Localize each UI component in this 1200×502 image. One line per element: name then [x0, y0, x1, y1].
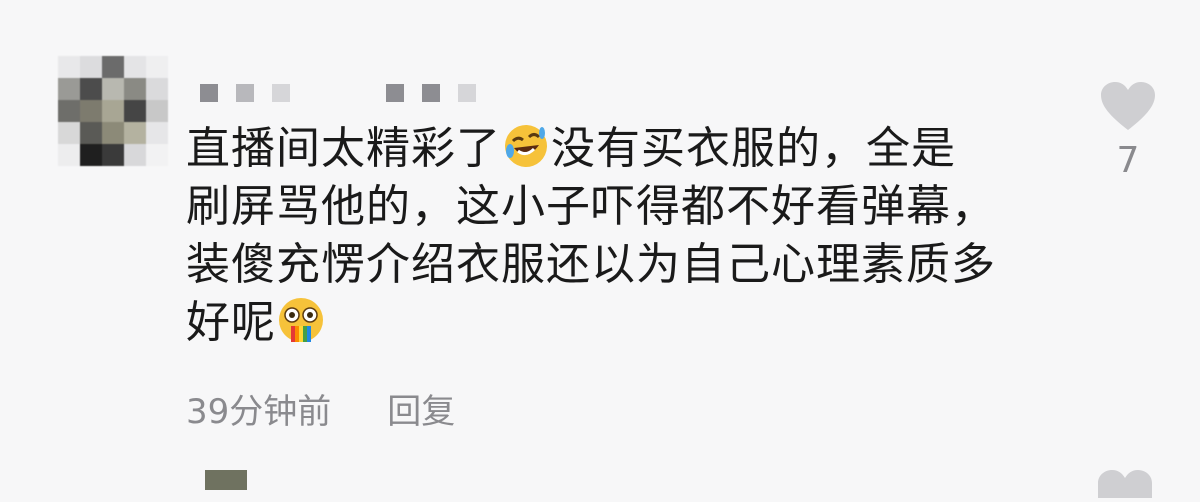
- timestamp: 39分钟前: [186, 392, 332, 432]
- like-count: 7: [1116, 140, 1140, 181]
- comment-text: 直播间太精彩了 没有买衣服的，全是 刷屏骂他的，这小子吓得都不好看弹幕， 装傻充…: [186, 120, 1036, 352]
- avatar[interactable]: [58, 56, 168, 168]
- username-block: [422, 84, 440, 102]
- next-comment-partial: [0, 458, 1200, 498]
- heart-icon[interactable]: [1099, 80, 1157, 132]
- like-button[interactable]: 7: [1096, 80, 1160, 181]
- username-block: [458, 84, 476, 102]
- username-block: [236, 84, 254, 102]
- username-block: [386, 84, 404, 102]
- heart-icon[interactable]: [1096, 468, 1154, 498]
- rofl-emoji-icon: [505, 125, 547, 167]
- comment-text-line: 好呢: [186, 297, 276, 348]
- comment-text-line: 装傻充愣介绍衣服还以为自己心理素质多: [186, 239, 996, 290]
- like-button[interactable]: [1096, 468, 1154, 502]
- comment-meta: 39分钟前 回复: [186, 384, 455, 433]
- username-blurred[interactable]: [200, 84, 476, 102]
- username-block: [200, 84, 218, 102]
- vomiting-rainbow-emoji-icon: [279, 298, 323, 342]
- avatar[interactable]: [205, 470, 247, 490]
- reply-button[interactable]: 回复: [387, 384, 455, 433]
- comment-text-line: 刷屏骂他的，这小子吓得都不好看弹幕，: [186, 181, 996, 232]
- comment-item: 直播间太精彩了 没有买衣服的，全是 刷屏骂他的，这小子吓得都不好看弹幕， 装傻充…: [0, 0, 1200, 482]
- username-block: [272, 84, 290, 102]
- comment-text-line: 没有买衣服的，全是: [551, 123, 956, 174]
- comment-text-line: 直播间太精彩了: [186, 123, 501, 174]
- username-gap: [308, 84, 368, 102]
